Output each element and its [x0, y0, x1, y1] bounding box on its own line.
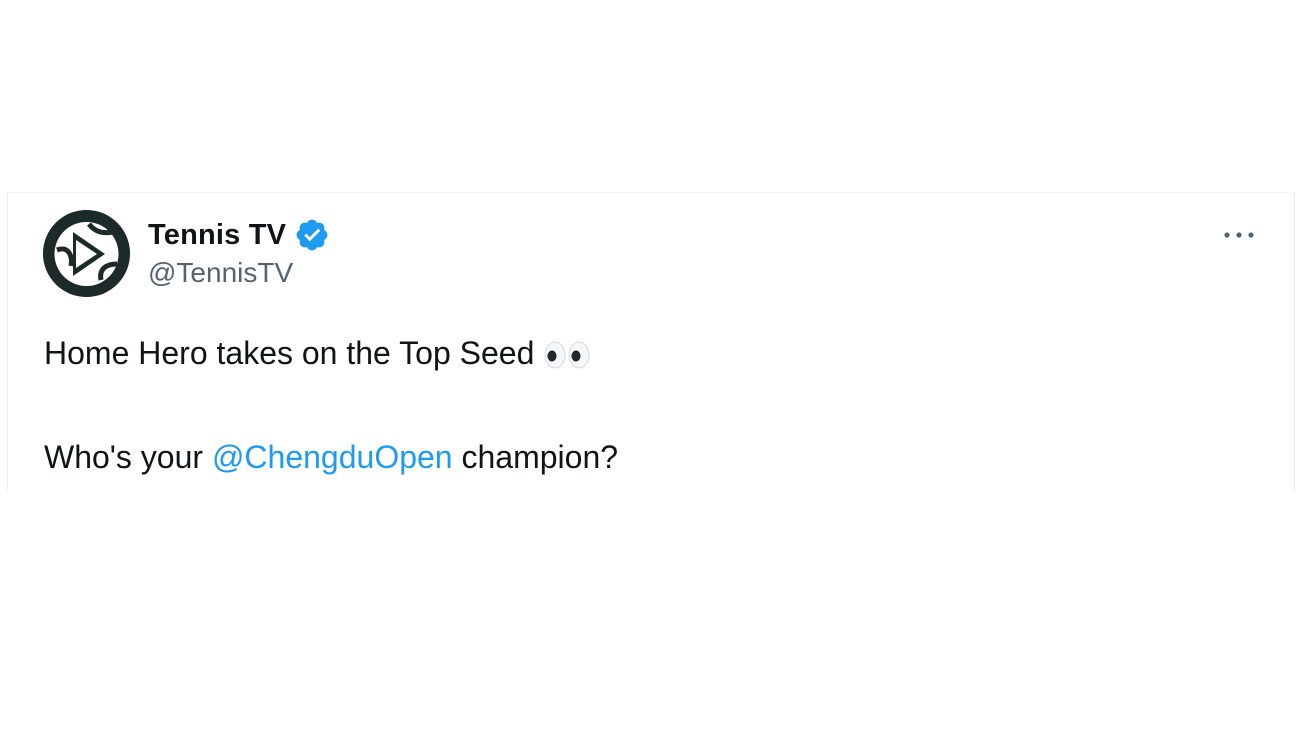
mention-link[interactable]: @ChengduOpen	[212, 439, 453, 475]
tweet-card[interactable]: Tennis TV @TennisTV Home Hero takes on t…	[7, 192, 1295, 490]
tweet-text: Home Hero takes on the Top Seed Who's yo…	[44, 333, 618, 477]
more-options-button[interactable]	[1213, 215, 1265, 255]
tweet-text-line-2: Who's your @ChengduOpen champion?	[44, 437, 618, 477]
author-display-name[interactable]: Tennis TV	[148, 219, 286, 252]
verified-badge-icon	[294, 217, 330, 253]
tennis-tv-logo-icon	[43, 210, 130, 297]
tweet-line2-after: champion?	[452, 439, 619, 475]
more-horizontal-icon	[1224, 232, 1254, 238]
tweet-text-line-1: Home Hero takes on the Top Seed	[44, 333, 618, 373]
tweet-line1-text: Home Hero takes on the Top Seed	[44, 335, 535, 371]
tweet-line2-before: Who's your	[44, 439, 212, 475]
author-name-row[interactable]: Tennis TV	[148, 215, 330, 255]
eyes-emoji-icon	[542, 339, 592, 369]
author-handle[interactable]: @TennisTV	[148, 257, 293, 289]
avatar[interactable]	[43, 210, 130, 297]
